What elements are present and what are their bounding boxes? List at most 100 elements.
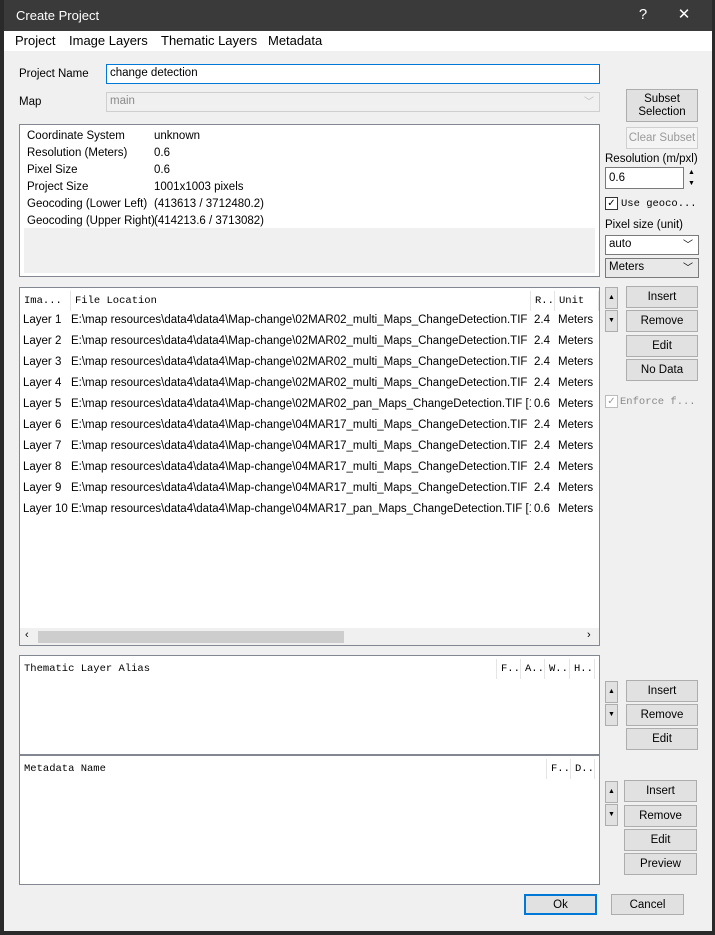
window-title: Create Project (16, 8, 100, 23)
table-row[interactable]: Layer 7 E:\map resources\data4\data4\Map-… (20, 436, 599, 457)
column-header[interactable]: H.. (570, 659, 595, 679)
thematic-move-up-button[interactable]: ▲ (605, 681, 618, 703)
thematic-layers-list[interactable]: Thematic Layer Alias F.. A.. W.. H.. (19, 655, 600, 755)
unit-select[interactable]: Meters ﹀ (605, 258, 699, 278)
column-header[interactable]: File Location (71, 291, 531, 311)
project-info-panel: Coordinate System unknown Resolution (Met… (19, 124, 600, 277)
column-header[interactable]: R.. (531, 291, 555, 311)
metadata-insert-button[interactable]: Insert (624, 780, 697, 802)
thematic-insert-button[interactable]: Insert (626, 680, 698, 702)
row-name: Layer 6 (23, 419, 62, 431)
ok-button[interactable]: Ok (524, 894, 597, 915)
row-file: E:\map resources\data4\data4\Map-change\… (71, 314, 531, 326)
resolution-spinner[interactable]: ▲ ▼ (685, 167, 698, 189)
image-edit-button[interactable]: Edit (626, 335, 698, 357)
row-name: Layer 2 (23, 335, 62, 347)
row-file: E:\map resources\data4\data4\Map-change\… (71, 461, 531, 473)
thematic-remove-button[interactable]: Remove (626, 704, 698, 726)
move-up-button[interactable]: ▲ (605, 287, 618, 309)
row-file: E:\map resources\data4\data4\Map-change\… (71, 482, 531, 494)
row-file: E:\map resources\data4\data4\Map-change\… (71, 377, 531, 389)
column-header[interactable]: W.. (545, 659, 570, 679)
table-row[interactable]: Layer 6 E:\map resources\data4\data4\Map-… (20, 415, 599, 436)
row-unit: Meters (558, 314, 594, 326)
clear-subset-button[interactable]: Clear Subset (626, 127, 698, 149)
pixel-size-select[interactable]: auto ﹀ (605, 235, 699, 255)
chevron-down-icon: ﹀ (584, 97, 594, 108)
title-bar: Create Project ? ✕ (4, 0, 712, 31)
metadata-move-up-button[interactable]: ▲ (605, 781, 618, 803)
info-row: Coordinate System unknown (27, 130, 201, 142)
resolution-label: Resolution (m/pxl) (605, 153, 698, 165)
image-layers-header: Ima... File Location R.. Unit (20, 291, 599, 311)
row-unit: Meters (558, 419, 594, 431)
row-file: E:\map resources\data4\data4\Map-change\… (71, 440, 531, 452)
scrollbar-thumb[interactable] (38, 631, 344, 643)
enforce-checkbox[interactable]: ✓ (605, 395, 618, 408)
menu-thematic-layers[interactable]: Thematic Layers (161, 33, 257, 48)
row-file: E:\map resources\data4\data4\Map-change\… (71, 503, 531, 515)
info-row: Geocoding (Upper Right) (414213.6 / 37130… (27, 215, 264, 227)
table-row[interactable]: Layer 5 E:\map resources\data4\data4\Map-… (20, 394, 599, 415)
metadata-move-down-button[interactable]: ▼ (605, 804, 618, 826)
row-unit: Meters (558, 335, 594, 347)
info-table: Coordinate System unknown Resolution (Met… (27, 128, 587, 230)
info-row: Geocoding (Lower Left) (413613 / 3712480.… (27, 198, 264, 210)
close-icon[interactable]: ✕ (672, 4, 696, 26)
preview-button[interactable]: Preview (624, 853, 697, 875)
row-res: 2.4 (534, 356, 550, 368)
map-select[interactable]: main ﹀ (106, 92, 600, 112)
thematic-edit-button[interactable]: Edit (626, 728, 698, 750)
project-name-input[interactable]: change detection (106, 64, 600, 84)
table-row[interactable]: Layer 10 E:\map resources\data4\data4\Map… (20, 499, 599, 520)
metadata-list[interactable]: Metadata Name F.. D.. (19, 755, 600, 885)
scroll-right-icon[interactable]: › (587, 629, 591, 641)
image-layers-list[interactable]: Ima... File Location R.. Unit Layer 1 E:\… (19, 287, 600, 646)
table-row[interactable]: Layer 8 E:\map resources\data4\data4\Map-… (20, 457, 599, 478)
thematic-header: Thematic Layer Alias F.. A.. W.. H.. (20, 659, 599, 679)
column-header[interactable]: F.. (547, 759, 571, 779)
cancel-button[interactable]: Cancel (611, 894, 684, 915)
column-header[interactable]: Thematic Layer Alias (20, 659, 497, 679)
column-header[interactable]: Metadata Name (20, 759, 547, 779)
column-header[interactable]: Ima... (20, 291, 71, 311)
row-name: Layer 10 (23, 503, 68, 515)
metadata-header: Metadata Name F.. D.. (20, 759, 599, 779)
column-header[interactable]: A.. (521, 659, 545, 679)
row-unit: Meters (558, 398, 594, 410)
image-insert-button[interactable]: Insert (626, 286, 698, 308)
metadata-edit-button[interactable]: Edit (624, 829, 697, 851)
use-geocoding-label: Use geoco... (621, 198, 697, 210)
image-layers-rows: Layer 1 E:\map resources\data4\data4\Map-… (20, 310, 599, 520)
table-row[interactable]: Layer 2 E:\map resources\data4\data4\Map-… (20, 331, 599, 352)
menu-project[interactable]: Project (15, 33, 55, 48)
table-row[interactable]: Layer 4 E:\map resources\data4\data4\Map-… (20, 373, 599, 394)
menu-metadata[interactable]: Metadata (268, 33, 322, 48)
row-name: Layer 5 (23, 398, 62, 410)
horizontal-scrollbar[interactable]: ‹ › (20, 628, 599, 645)
thematic-move-down-button[interactable]: ▼ (605, 704, 618, 726)
table-row[interactable]: Layer 3 E:\map resources\data4\data4\Map-… (20, 352, 599, 373)
table-row[interactable]: Layer 1 E:\map resources\data4\data4\Map-… (20, 310, 599, 331)
no-data-button[interactable]: No Data (626, 359, 698, 381)
subset-selection-button[interactable]: Subset Selection (626, 89, 698, 122)
row-res: 2.4 (534, 461, 550, 473)
metadata-remove-button[interactable]: Remove (624, 805, 697, 827)
column-header[interactable]: Unit (555, 291, 599, 311)
resolution-input[interactable]: 0.6 (605, 167, 684, 189)
column-header[interactable]: F.. (497, 659, 521, 679)
table-row[interactable]: Layer 9 E:\map resources\data4\data4\Map-… (20, 478, 599, 499)
row-name: Layer 8 (23, 461, 62, 473)
row-unit: Meters (558, 482, 594, 494)
use-geocoding-checkbox[interactable]: ✓ (605, 197, 618, 210)
row-res: 2.4 (534, 482, 550, 494)
help-icon[interactable]: ? (631, 4, 655, 26)
column-header[interactable]: D.. (571, 759, 595, 779)
info-row: Resolution (Meters) 0.6 (27, 147, 170, 159)
menu-image-layers[interactable]: Image Layers (69, 33, 148, 48)
move-down-button[interactable]: ▼ (605, 310, 618, 332)
row-res: 2.4 (534, 377, 550, 389)
row-unit: Meters (558, 356, 594, 368)
image-remove-button[interactable]: Remove (626, 310, 698, 332)
scroll-left-icon[interactable]: ‹ (25, 629, 29, 641)
